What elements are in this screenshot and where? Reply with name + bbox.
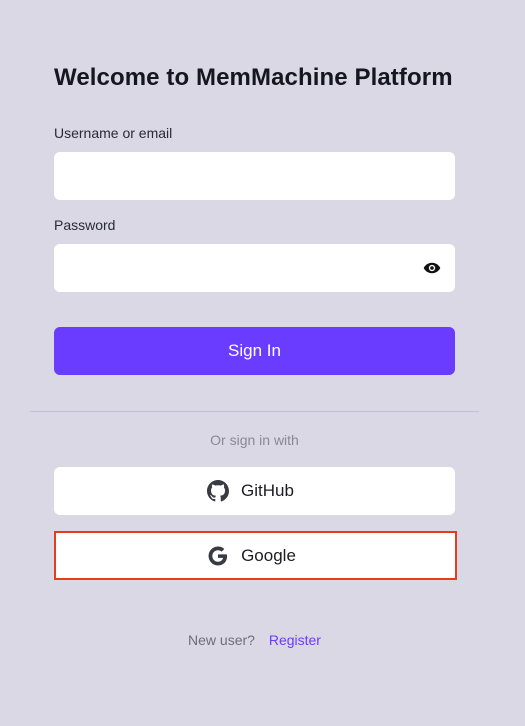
sign-in-button[interactable]: Sign In [54, 327, 455, 375]
password-label: Password [54, 217, 116, 233]
register-link[interactable]: Register [269, 632, 321, 648]
username-field-container [54, 152, 455, 200]
password-field-container [54, 244, 455, 292]
new-user-text: New user? [188, 632, 255, 648]
github-icon [207, 480, 230, 502]
login-panel: Welcome to MemMachine Platform Username … [0, 0, 525, 726]
eye-icon[interactable] [423, 259, 441, 277]
github-label: GitHub [241, 481, 294, 500]
username-input[interactable] [54, 152, 455, 200]
github-sign-in-button[interactable]: GitHub [54, 467, 455, 515]
google-sign-in-button[interactable]: Google [54, 531, 457, 580]
google-label: Google [241, 545, 296, 565]
google-icon [207, 545, 229, 567]
page-title: Welcome to MemMachine Platform [54, 64, 453, 91]
username-label: Username or email [54, 125, 173, 141]
password-input[interactable] [54, 244, 455, 292]
or-sign-in-with-text: Or sign in with [210, 432, 299, 448]
divider [30, 411, 479, 412]
register-footer: New user? Register [0, 632, 509, 648]
